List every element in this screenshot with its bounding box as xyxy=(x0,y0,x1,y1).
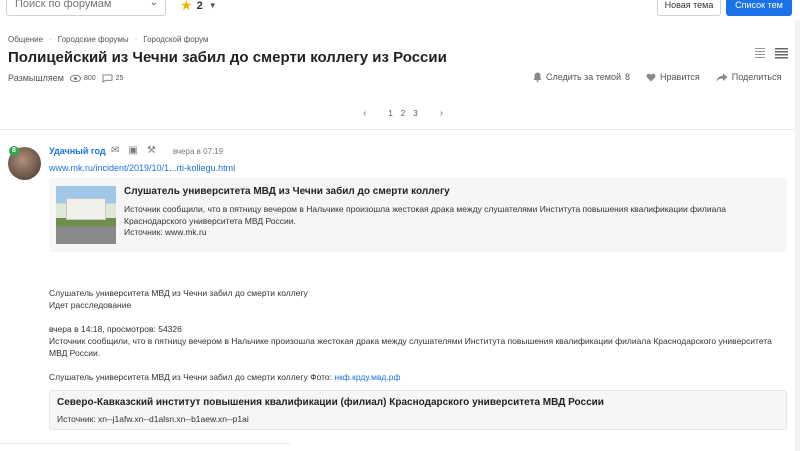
follow-label: Следить за темой xyxy=(546,72,622,82)
page-link-3[interactable]: 3 xyxy=(413,109,417,118)
preview-description: Источник сообщили, что в пятницу вечером… xyxy=(124,204,726,226)
post-body-paragraph: Источник сообщили, что в пятницу вечером… xyxy=(49,336,772,358)
divider xyxy=(0,129,800,130)
user-badge: 8 xyxy=(9,146,19,156)
new-topic-button[interactable]: Новая тема xyxy=(657,0,721,16)
reply-bar xyxy=(0,443,290,451)
breadcrumb-separator: · xyxy=(134,35,138,44)
views-stat: 800 xyxy=(69,74,96,83)
page-link-2[interactable]: 2 xyxy=(401,109,405,118)
breadcrumb-item-general[interactable]: Общение xyxy=(8,35,43,44)
views-count: 800 xyxy=(83,74,96,82)
tree-view-icon[interactable] xyxy=(755,48,765,59)
post-body-line: Идет расследование xyxy=(49,300,132,310)
post-body-line: Слушатель университета МВД из Чечни заби… xyxy=(49,371,400,383)
post-link[interactable]: www.mk.ru/incident/2019/10/1...rti-kolle… xyxy=(49,163,235,173)
site-card-source: Источник: xn--j1afw.xn--d1alsn.xn--b1aew… xyxy=(57,414,249,424)
post-body-line: Слушатель университета МВД из Чечни заби… xyxy=(49,288,308,298)
site-preview-card[interactable]: Северо-Кавказский институт повышения ква… xyxy=(49,390,787,430)
topics-list-button[interactable]: Список тем xyxy=(726,0,792,16)
preview-thumbnail xyxy=(56,186,116,244)
post-author[interactable]: Удачный год xyxy=(49,146,106,156)
bell-icon xyxy=(533,72,542,82)
comments-count: 25 xyxy=(115,74,124,82)
photo-source-link[interactable]: нкф.крду.мвд.рф xyxy=(334,372,400,382)
breadcrumb-item-city-forum[interactable]: Городской форум xyxy=(143,35,208,44)
next-page-button[interactable]: › xyxy=(440,108,443,119)
chevron-down-icon: ▼ xyxy=(208,1,217,10)
breadcrumb-item-city-forums[interactable]: Городские форумы xyxy=(58,35,129,44)
star-icon: ★ xyxy=(180,0,193,13)
rating-value: 2 xyxy=(196,0,203,12)
prev-page-button[interactable]: ‹ xyxy=(363,108,366,119)
preview-title[interactable]: Слушатель университета МВД из Чечни заби… xyxy=(124,186,450,197)
forum-search-box[interactable]: ⌄ xyxy=(6,0,166,16)
page-title: Полицейский из Чечни забил до смерти кол… xyxy=(8,49,447,66)
post-time: вчера в 07:19 xyxy=(173,147,224,156)
like-label: Нравится xyxy=(660,72,700,82)
site-card-title[interactable]: Северо-Кавказский институт повышения ква… xyxy=(57,397,604,408)
search-input[interactable] xyxy=(15,0,145,10)
follow-topic-button[interactable]: Следить за темой 8 xyxy=(533,72,630,82)
top-bar: ⌄ ★ 2 ▼ Новая тема Список тем xyxy=(0,0,800,20)
gift-icon[interactable]: ▣ xyxy=(128,145,137,156)
author-actions: ✉ ▣ ⚒ xyxy=(111,145,156,156)
topic-actions: Следить за темой 8 Нравится Поделиться xyxy=(533,72,781,82)
share-label: Поделиться xyxy=(731,72,782,82)
heart-icon xyxy=(646,73,656,81)
link-preview-card[interactable]: Слушатель университета МВД из Чечни заби… xyxy=(49,178,787,252)
comments-stat: 25 xyxy=(102,73,124,83)
topic-meta: Размышляем 800 25 xyxy=(8,73,123,83)
follow-count: 8 xyxy=(625,72,631,82)
chevron-down-icon[interactable]: ⌄ xyxy=(150,0,158,8)
share-icon xyxy=(716,73,728,81)
preview-source: Источник: www.mk.ru xyxy=(124,227,207,237)
view-mode-switcher xyxy=(752,48,788,59)
mail-icon[interactable]: ✉ xyxy=(111,145,119,156)
breadcrumb: Общение · Городские форумы · Городской ф… xyxy=(8,35,208,44)
list-view-icon[interactable] xyxy=(775,48,788,59)
comment-icon xyxy=(102,73,113,83)
scrollbar[interactable] xyxy=(795,20,800,451)
share-button[interactable]: Поделиться xyxy=(716,72,782,82)
topic-category[interactable]: Размышляем xyxy=(8,73,64,83)
user-rating[interactable]: ★ 2 ▼ xyxy=(180,0,217,14)
like-button[interactable]: Нравится xyxy=(646,72,700,82)
pagination: ‹ 1 2 3 › xyxy=(363,108,443,119)
post-body-line: вчера в 14:18, просмотров: 54326 xyxy=(49,324,182,334)
eye-icon xyxy=(69,74,81,82)
photo-caption: Слушатель университета МВД из Чечни заби… xyxy=(49,372,333,382)
gavel-icon[interactable]: ⚒ xyxy=(147,145,156,156)
page-link-1[interactable]: 1 xyxy=(388,109,392,118)
breadcrumb-separator: · xyxy=(49,35,52,44)
